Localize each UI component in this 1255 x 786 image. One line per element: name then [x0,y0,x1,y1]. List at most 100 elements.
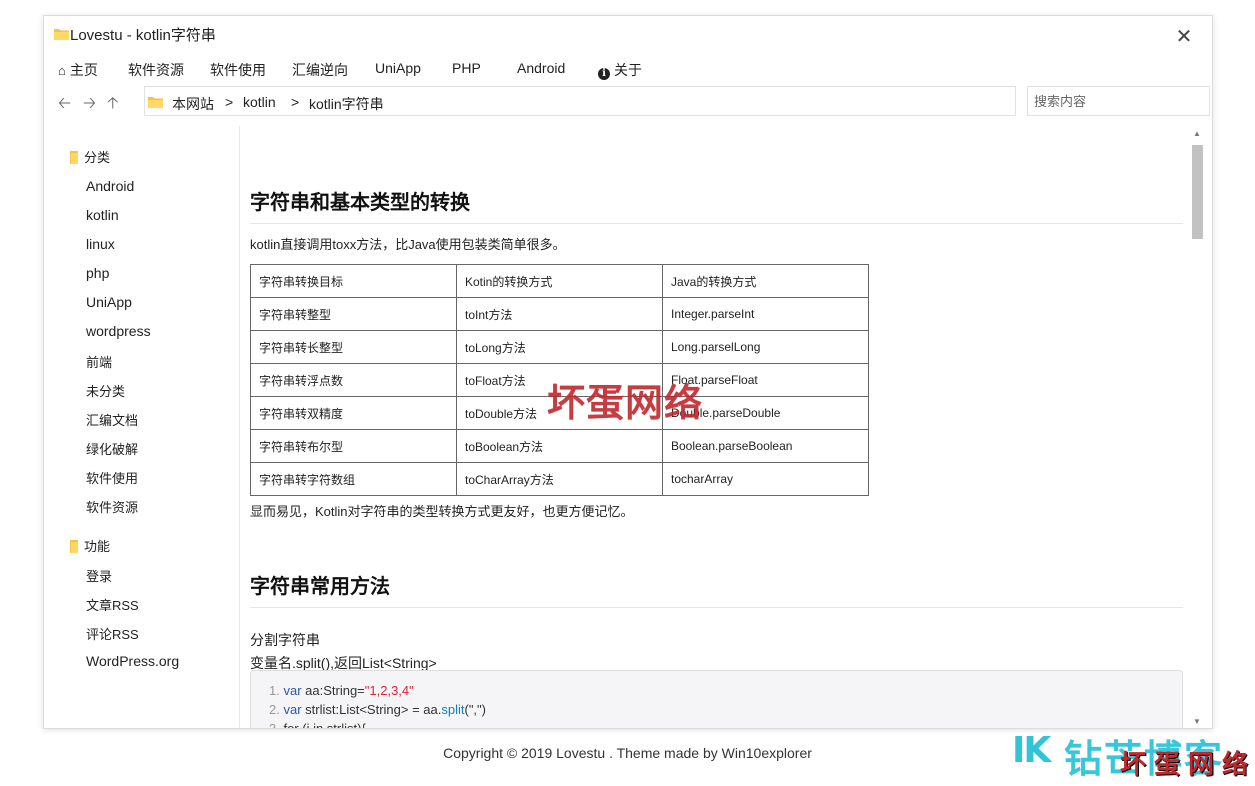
functions-heading: 功能 [68,536,110,555]
menu-uniapp[interactable]: UniApp [375,60,421,76]
menu-php[interactable]: PHP [452,60,481,76]
article-content: 字符串和基本类型的转换 kotlin直接调用toxx方法，比Java使用包装类简… [241,126,1196,729]
line-number: 1. [269,683,280,698]
breadcrumb-separator: > [291,94,300,110]
table-cell: toInt方法 [456,297,663,331]
title-bar: Lovestu - kotlin字符串 ✕ [44,16,1212,52]
forward-arrow-icon[interactable]: 🡢 [83,92,96,119]
sidebar-item-software-resources[interactable]: 软件资源 [86,497,138,516]
search-input[interactable] [1027,86,1210,116]
table-cell: toBoolean方法 [456,429,663,463]
sidebar-item-wordpress[interactable]: wordpress [86,323,151,339]
up-arrow-icon[interactable]: 🡡 [107,92,119,119]
breadcrumb-separator: > [225,94,234,110]
menu-android[interactable]: Android [517,60,565,76]
divider [250,607,1183,608]
code-text: aa:String= [301,683,365,698]
sidebar-item-cracks[interactable]: 绿化破解 [86,439,138,458]
sidebar-item-php[interactable]: php [86,265,109,281]
table-cell: 字符串转浮点数 [250,363,457,397]
code-text: (",") [464,702,486,717]
home-icon: ⌂ [58,63,66,78]
menu-about-label: 关于 [614,62,642,78]
vertical-scrollbar[interactable]: ▲ ▼ [1190,128,1204,728]
article-subheading: 分割字符串 [250,632,320,648]
scroll-down-icon[interactable]: ▼ [1190,716,1204,728]
table-cell: tocharArray [662,462,869,496]
sidebar-item-uncategorized[interactable]: 未分类 [86,381,125,400]
menu-home-label: 主页 [69,62,98,78]
breadcrumb-kotlin[interactable]: kotlin [243,94,276,110]
code-line: 1. var aa:String="1,2,3,4" [269,683,414,698]
table-cell: Long.parselLong [662,330,869,364]
folder-icon [70,151,78,164]
article-heading: 字符串常用方法 [250,576,390,598]
line-number: 3. [269,721,280,729]
close-icon[interactable]: ✕ [1174,26,1194,46]
folder-icon [54,29,69,40]
categories-heading: 分类 [68,147,110,166]
sidebar-item-uniapp[interactable]: UniApp [86,294,132,310]
sidebar-item-android[interactable]: Android [86,178,134,194]
code-text: for (i in strlist){ [283,721,366,729]
table-cell: toCharArray方法 [456,462,663,496]
sidebar-item-kotlin[interactable]: kotlin [86,207,119,223]
sidebar-item-posts-rss[interactable]: 文章RSS [86,595,139,614]
explorer-window: Lovestu - kotlin字符串 ✕ ⌂ 主页 软件资源 软件使用 汇编逆向… [43,15,1213,729]
code-keyword: var [283,683,302,698]
breadcrumb-current[interactable]: kotlin字符串 [309,94,384,114]
code-function: split [441,702,465,717]
info-icon: i [598,68,610,80]
sidebar: 分类 Android kotlin linux php UniApp wordp… [44,126,240,728]
table-cell: Kotin的转换方式 [456,264,663,298]
menu-software-resources[interactable]: 软件资源 [128,60,184,80]
table-cell: Boolean.parseBoolean [662,429,869,463]
menu-assembly-reverse[interactable]: 汇编逆向 [292,60,348,80]
table-cell: toLong方法 [456,330,663,364]
categories-heading-label: 分类 [84,150,111,165]
divider [250,223,1183,224]
address-bar[interactable]: 本网站 > kotlin > kotlin字符串 [144,86,1016,116]
table-cell: 字符串转换目标 [250,264,457,298]
menu-home[interactable]: ⌂ 主页 [58,60,98,80]
table-row: 字符串转布尔型 toBoolean方法 Boolean.parseBoolean [250,429,869,463]
menu-bar: ⌂ 主页 软件资源 软件使用 汇编逆向 UniApp PHP Android i关… [44,58,1212,82]
back-arrow-icon[interactable]: 🡠 [58,92,71,119]
functions-heading-label: 功能 [84,539,111,554]
table-cell: 字符串转布尔型 [250,429,457,463]
code-block: 1. var aa:String="1,2,3,4" 2. var strlis… [250,670,1183,729]
table-row: 字符串转长整型 toLong方法 Long.parselLong [250,330,869,364]
folder-icon [148,97,163,108]
menu-about[interactable]: i 关于 [598,60,642,80]
sidebar-item-frontend[interactable]: 前端 [86,352,112,371]
sidebar-item-software-usage[interactable]: 软件使用 [86,468,138,487]
brand-stamp: 坏蛋网络 [1120,750,1255,780]
sidebar-item-linux[interactable]: linux [86,236,115,252]
scroll-up-icon[interactable]: ▲ [1190,128,1204,140]
code-text: strlist:List<String> = aa. [301,702,442,717]
navigation-bar: 🡠 🡢 🡡 本网站 > kotlin > kotlin字符串 [44,86,1212,118]
breadcrumb-site[interactable]: 本网站 [172,94,214,114]
code-string: "1,2,3,4" [364,683,414,698]
table-cell: 字符串转整型 [250,297,457,331]
sidebar-item-login[interactable]: 登录 [86,566,112,585]
sidebar-item-comments-rss[interactable]: 评论RSS [86,624,139,643]
table-cell: Java的转换方式 [662,264,869,298]
folder-icon [70,540,78,553]
table-cell: 字符串转长整型 [250,330,457,364]
code-line: 2. var strlist:List<String> = aa.split("… [269,702,486,717]
sidebar-item-wordpress-org[interactable]: WordPress.org [86,653,179,669]
table-row: 字符串转整型 toInt方法 Integer.parseInt [250,297,869,331]
sidebar-item-assembly-docs[interactable]: 汇编文档 [86,410,138,429]
scrollbar-thumb[interactable] [1192,145,1203,239]
code-line: 3. for (i in strlist){ [269,721,366,729]
table-row: 字符串转换目标 Kotin的转换方式 Java的转换方式 [250,264,869,298]
window-title: Lovestu - kotlin字符串 [70,27,216,44]
table-cell: Integer.parseInt [662,297,869,331]
watermark: 坏蛋网络 [547,380,704,425]
table-cell: 字符串转双精度 [250,396,457,430]
menu-software-usage[interactable]: 软件使用 [210,60,266,80]
article-summary: 显而易见，Kotlin对字符串的类型转换方式更友好，也更方便记忆。 [250,504,634,519]
article-heading: 字符串和基本类型的转换 [250,192,470,214]
code-keyword: var [283,702,302,717]
